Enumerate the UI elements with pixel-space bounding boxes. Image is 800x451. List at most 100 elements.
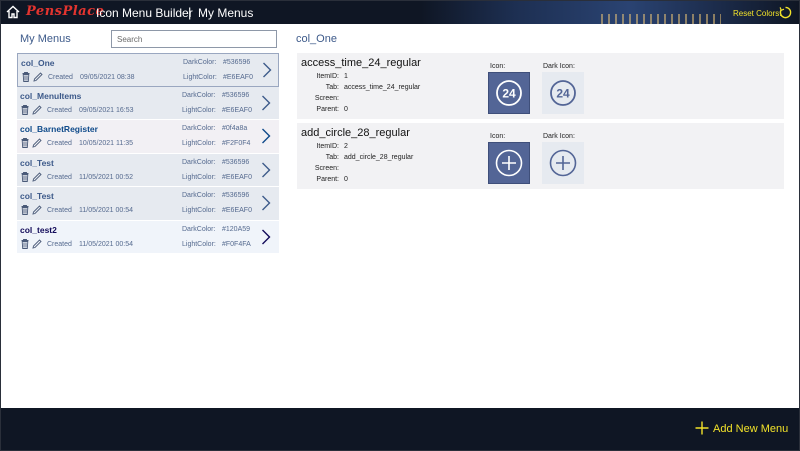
- icon-item-card[interactable]: access_time_24_regular ItemID: 1 Tab: ac…: [297, 53, 784, 119]
- icon-item-card[interactable]: add_circle_28_regular ItemID: 2 Tab: add…: [297, 123, 784, 189]
- pencil-icon[interactable]: [32, 171, 42, 182]
- trash-icon[interactable]: [21, 238, 29, 249]
- light-color-value: #F0F4FA: [222, 240, 251, 248]
- home-icon[interactable]: [6, 5, 20, 19]
- created-date: 09/05/2021 08:38: [80, 74, 135, 81]
- pencil-icon[interactable]: [33, 72, 43, 82]
- menu-row[interactable]: col_Test Created 11/05/2021 00:54 DarkCo…: [17, 187, 279, 221]
- created-label: Created: [47, 240, 72, 248]
- dark-color-value: #536596: [223, 59, 251, 66]
- pencil-icon[interactable]: [32, 138, 42, 148]
- search-input[interactable]: [111, 30, 277, 48]
- item-id-label: ItemID:: [316, 73, 339, 80]
- trash-icon[interactable]: [21, 171, 29, 182]
- menu-row[interactable]: col_One Created 09/05/2021 08:38 DarkCol…: [17, 53, 279, 87]
- dark-icon-preview[interactable]: 24: [542, 72, 584, 114]
- item-id-label: ItemID:: [316, 143, 339, 150]
- menu-row[interactable]: col_BarnetRegister Created 10/05/2021 11…: [17, 120, 279, 154]
- tab-value: add_circle_28_regular: [344, 154, 414, 161]
- tab-label: Tab:: [325, 84, 339, 91]
- add-circle-icon: [495, 149, 523, 177]
- light-color-label: LightColor:: [183, 74, 217, 81]
- app-title: Icon Menu Builder: [96, 6, 193, 20]
- created-label: Created: [47, 207, 72, 214]
- chevron-right-icon[interactable]: [261, 128, 271, 144]
- pencil-icon[interactable]: [32, 205, 42, 215]
- light-color-value: #E6EAF0: [222, 173, 252, 181]
- chevron-right-icon[interactable]: [262, 62, 272, 78]
- parent-label: Parent:: [316, 176, 339, 183]
- parent-value: 0: [344, 176, 348, 183]
- dark-color-label: DarkColor:: [182, 192, 216, 199]
- icon-item-name: access_time_24_regular: [301, 57, 421, 69]
- menu-row[interactable]: col_test2 Created 11/05/2021 00:54 DarkC…: [17, 220, 279, 254]
- created-date: 11/05/2021 00:54: [79, 240, 133, 248]
- dark-icon-preview[interactable]: [542, 142, 584, 184]
- tab-value: access_time_24_regular: [344, 84, 421, 91]
- created-date: 11/05/2021 00:52: [79, 173, 133, 181]
- pencil-icon[interactable]: [32, 104, 42, 115]
- menu-name: col_Test: [20, 157, 54, 168]
- dark-color-label: DarkColor:: [182, 158, 216, 166]
- icon-preview[interactable]: 24: [488, 72, 530, 114]
- add-circle-icon: [549, 149, 577, 177]
- created-label: Created: [47, 173, 72, 181]
- menu-row[interactable]: col_Test Created 11/05/2021 00:52 DarkCo…: [17, 153, 279, 187]
- trash-icon[interactable]: [22, 72, 30, 82]
- menu-name: col_Test: [20, 191, 54, 201]
- created-date: 11/05/2021 00:54: [79, 207, 133, 214]
- reset-colors-label: Reset Colors:: [733, 9, 782, 18]
- menu-row[interactable]: col_MenuItems Created 09/05/2021 16:53 D…: [17, 86, 279, 120]
- icon-label: Icon:: [490, 63, 506, 70]
- chevron-right-icon[interactable]: [261, 229, 271, 245]
- parent-value: 0: [344, 106, 348, 113]
- chevron-right-icon[interactable]: [261, 162, 271, 178]
- dark-color-value: #120A59: [222, 225, 251, 233]
- created-label: Created: [47, 140, 72, 147]
- dark-color-label: DarkColor:: [182, 225, 216, 233]
- dark-color-value: #0f4a8a: [222, 125, 248, 132]
- light-color-label: LightColor:: [182, 106, 216, 114]
- created-label: Created: [48, 74, 73, 81]
- header-bar: PensPlace Icon Menu Builder | My Menus R…: [1, 1, 799, 24]
- my-menus-heading: My Menus: [20, 33, 71, 45]
- trash-icon[interactable]: [21, 104, 29, 115]
- icon-label: Icon:: [490, 133, 506, 140]
- icon-preview[interactable]: [488, 142, 530, 184]
- reset-colors-icon[interactable]: [779, 6, 792, 19]
- light-color-value: #E6EAF0: [223, 74, 253, 81]
- trash-icon[interactable]: [21, 205, 29, 215]
- created-label: Created: [47, 106, 72, 114]
- dark-color-value: #536596: [222, 158, 250, 166]
- light-color-value: #E6EAF0: [222, 207, 252, 214]
- item-id-value: 1: [344, 73, 348, 80]
- dark-icon-label: Dark Icon:: [543, 133, 575, 140]
- footer-bar: Add New Menu: [1, 408, 799, 450]
- menu-name: col_test2: [20, 224, 57, 235]
- dark-color-label: DarkColor:: [182, 91, 216, 99]
- clock-24-glyph-text: 24: [556, 87, 570, 101]
- parent-label: Parent:: [316, 106, 339, 113]
- add-new-menu-button[interactable]: Add New Menu: [713, 423, 788, 435]
- icon-item-name: add_circle_28_regular: [301, 127, 410, 139]
- created-date: 10/05/2021 11:35: [79, 140, 133, 147]
- app-logo: PensPlace: [26, 4, 105, 19]
- chevron-right-icon[interactable]: [261, 195, 271, 211]
- chevron-right-icon[interactable]: [261, 95, 271, 111]
- pencil-icon[interactable]: [32, 238, 42, 249]
- header-banner-lights: [601, 14, 721, 24]
- light-color-label: LightColor:: [182, 207, 216, 214]
- selected-menu-title: col_One: [296, 33, 337, 45]
- light-color-value: #F2F0F4: [222, 140, 251, 147]
- dark-color-label: DarkColor:: [182, 125, 216, 132]
- created-date: 09/05/2021 16:53: [79, 106, 134, 114]
- tab-label: Tab:: [325, 154, 339, 161]
- page-title: My Menus: [198, 6, 254, 20]
- clock-24-icon: 24: [496, 80, 522, 106]
- screen-label: Screen:: [314, 165, 339, 172]
- clock-24-glyph-text: 24: [502, 87, 516, 101]
- plus-icon[interactable]: [695, 421, 709, 435]
- dark-color-label: DarkColor:: [183, 59, 217, 66]
- dark-color-value: #536596: [222, 192, 250, 199]
- trash-icon[interactable]: [21, 138, 29, 148]
